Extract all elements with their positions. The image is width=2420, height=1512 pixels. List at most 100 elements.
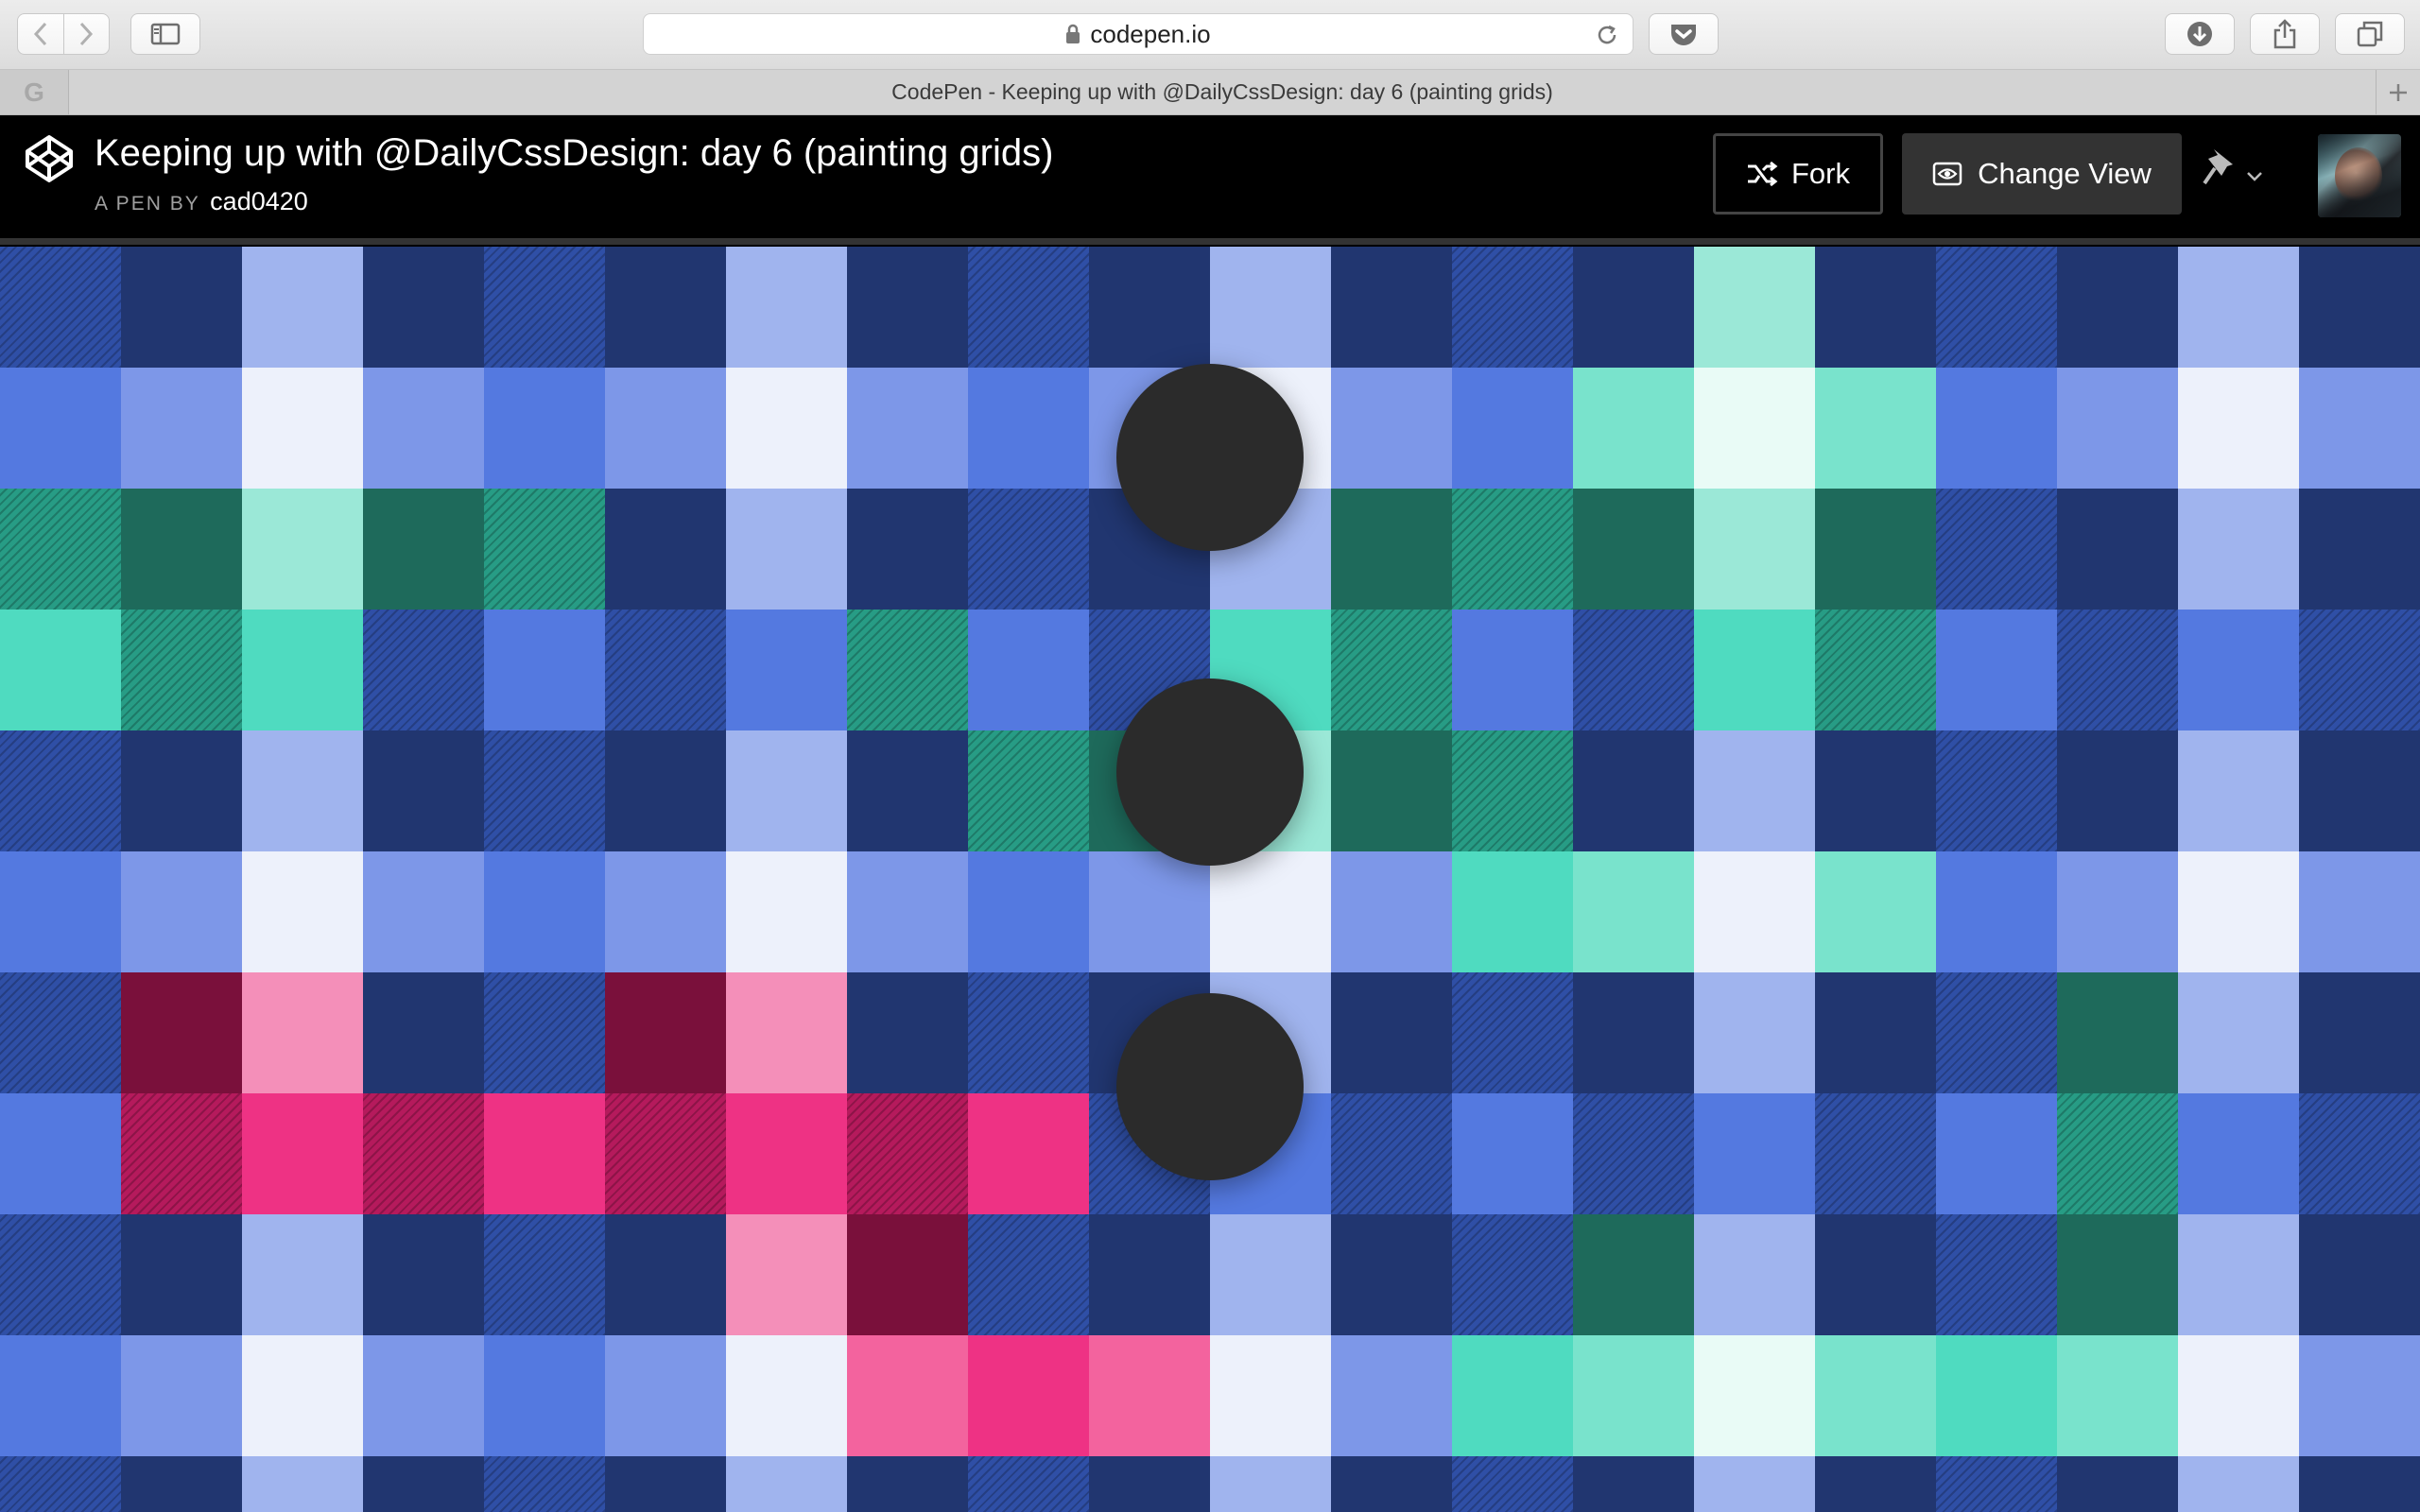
grid-cell (1694, 730, 1815, 851)
grid-cell (605, 851, 726, 972)
pinned-tab[interactable]: G (0, 70, 69, 114)
grid-cell (2299, 1214, 2420, 1335)
grid-cell (1089, 1335, 1210, 1456)
lock-icon (1066, 24, 1080, 43)
codepen-header: Keeping up with @DailyCssDesign: day 6 (… (0, 115, 2420, 245)
grid-cell (847, 1214, 968, 1335)
grid-cell (1573, 1335, 1694, 1456)
grid-cell (1331, 247, 1452, 368)
grid-cell (1573, 489, 1694, 610)
grid-cell (726, 1456, 847, 1512)
change-view-button[interactable]: Change View (1902, 133, 2182, 215)
grid-cell (726, 851, 847, 972)
share-button[interactable] (2250, 13, 2320, 55)
dark-circle (1116, 992, 1304, 1180)
grid-cell (2178, 851, 2299, 972)
grid-cell (847, 730, 968, 851)
grid-cell (1815, 1214, 1936, 1335)
grid-cell (2299, 1335, 2420, 1456)
show-tabs-button[interactable] (2335, 13, 2405, 55)
grid-cell (1452, 1093, 1573, 1214)
grid-cell (242, 1093, 363, 1214)
grid-cell (363, 1335, 484, 1456)
grid-cell (0, 368, 121, 489)
grid-cell (968, 368, 1089, 489)
grid-cell (2299, 489, 2420, 610)
grid-cell (1815, 730, 1936, 851)
grid-cell (605, 1214, 726, 1335)
grid-cell (484, 1335, 605, 1456)
grid-cell (1694, 610, 1815, 730)
grid-cell (968, 1335, 1089, 1456)
grid-cell (484, 489, 605, 610)
grid-cell (1452, 489, 1573, 610)
grid-cell (847, 1093, 968, 1214)
grid-cell (2299, 368, 2420, 489)
grid-cell (1936, 368, 2057, 489)
grid-cell (121, 851, 242, 972)
grid-cell (1815, 610, 1936, 730)
grid-cell (1694, 489, 1815, 610)
grid-cell (484, 1456, 605, 1512)
grid-cell (1815, 1335, 1936, 1456)
grid-cell (363, 368, 484, 489)
grid-cell (847, 1335, 968, 1456)
new-tab-icon (2390, 83, 2407, 101)
grid-cell (2178, 972, 2299, 1093)
grid-cell (242, 368, 363, 489)
grid-cell (1452, 247, 1573, 368)
grid-cell (484, 610, 605, 730)
grid-cell (1573, 1456, 1694, 1512)
grid-cell (2299, 1456, 2420, 1512)
grid-cell (1694, 1335, 1815, 1456)
grid-cell (2178, 1214, 2299, 1335)
sidebar-button[interactable] (130, 13, 200, 55)
grid-cell (2299, 972, 2420, 1093)
grid-cell (1452, 368, 1573, 489)
grid-cell (0, 1456, 121, 1512)
reload-icon[interactable] (1595, 23, 1619, 47)
grid-cell (2057, 851, 2178, 972)
pin-button[interactable] (2201, 146, 2263, 191)
grid-cell (968, 610, 1089, 730)
user-avatar[interactable] (2318, 134, 2401, 217)
grid-cell (363, 1456, 484, 1512)
new-tab-button[interactable] (2376, 70, 2420, 114)
pocket-button[interactable] (1649, 13, 1719, 55)
address-bar[interactable]: codepen.io (643, 13, 1634, 55)
grid-cell (1694, 247, 1815, 368)
grid-cell (484, 730, 605, 851)
grid-cell (1452, 1214, 1573, 1335)
grid-cell (1331, 1093, 1452, 1214)
grid-cell (2299, 1093, 2420, 1214)
grid-cell (484, 247, 605, 368)
grid-cell (1452, 1456, 1573, 1512)
grid-cell (847, 851, 968, 972)
downloads-button[interactable] (2165, 13, 2235, 55)
grid-cell (2299, 610, 2420, 730)
back-button[interactable] (18, 14, 63, 54)
fork-button[interactable]: Fork (1713, 133, 1883, 215)
grid-cell (968, 247, 1089, 368)
grid-cell (605, 1335, 726, 1456)
grid-cell (968, 851, 1089, 972)
grid-cell (121, 247, 242, 368)
grid-cell (605, 610, 726, 730)
author-link[interactable]: cad0420 (210, 187, 308, 215)
grid-cell (121, 1335, 242, 1456)
grid-cell (1452, 1335, 1573, 1456)
forward-button[interactable] (64, 14, 110, 54)
grid-cell (1089, 1456, 1210, 1512)
grid-cell (1573, 1214, 1694, 1335)
grid-cell (1573, 368, 1694, 489)
grid-cell (2057, 1456, 2178, 1512)
grid-cell (363, 247, 484, 368)
grid-cell (1936, 851, 2057, 972)
active-tab[interactable]: CodePen - Keeping up with @DailyCssDesig… (68, 70, 2377, 114)
grid-cell (1936, 1214, 2057, 1335)
grid-cell (726, 610, 847, 730)
grid-cell (968, 972, 1089, 1093)
grid-cell (847, 610, 968, 730)
grid-cell (242, 1214, 363, 1335)
codepen-logo-icon[interactable] (25, 134, 74, 183)
